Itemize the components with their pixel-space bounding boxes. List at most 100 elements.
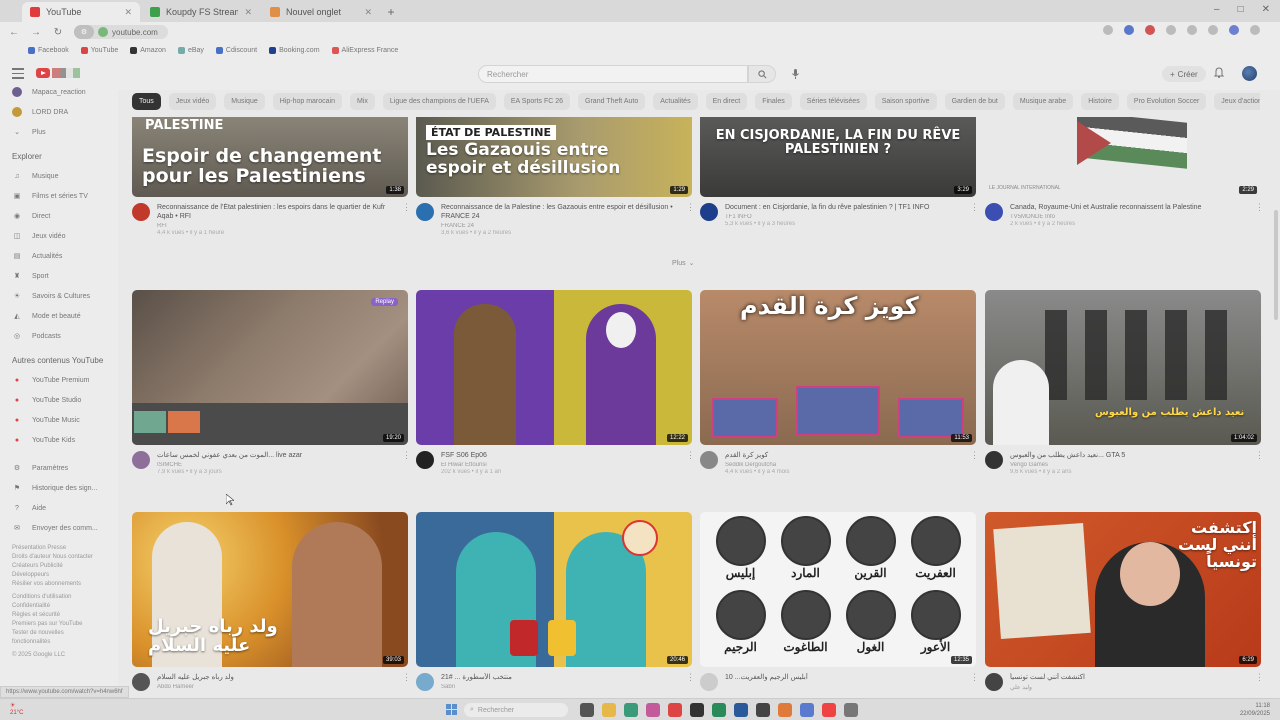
notifications-bell-icon[interactable] [1214,67,1224,78]
channel-avatar[interactable] [416,203,434,221]
extension-icon[interactable] [1145,25,1155,35]
more-options-icon[interactable]: ⋮ [686,451,695,475]
channel-name[interactable]: El Hiwar Ettounsi [441,462,679,468]
app-icon[interactable] [800,703,814,717]
footer-links[interactable]: Règles et sécurité [12,611,106,620]
chip[interactable]: EA Sports FC 26 [503,93,571,110]
footer-links[interactable]: Présentation Presse [12,544,106,553]
extension-icon[interactable] [1187,25,1197,35]
video-thumbnail[interactable]: ولد رباه جبريل عليه السلام 39:03 [132,512,408,667]
chip[interactable]: En direct [705,93,748,110]
channel-name[interactable]: Abdo Hameer [157,684,395,690]
extension-icon[interactable] [1103,25,1113,35]
more-options-icon[interactable]: ⋮ [402,451,411,475]
more-options-icon[interactable]: ⋮ [402,203,411,236]
chip[interactable]: Musique arabe [1012,93,1074,110]
chip[interactable]: Pro Evolution Soccer [1126,93,1207,110]
chip[interactable]: Grand Theft Auto [578,93,646,110]
app-icon[interactable] [778,703,792,717]
video-thumbnail[interactable]: كويز كرة القدم 11:53 [700,290,976,445]
sidebar-item-feedback[interactable]: ✉ Envoyer des comm... [0,518,118,538]
footer-links[interactable]: Premiers pas sur YouTube [12,620,106,629]
file-explorer-icon[interactable] [602,703,616,717]
menu-dots-icon[interactable] [1250,25,1260,35]
video-card[interactable]: 20:46 منتخب الأسطورة ... #21 Sabri ⋮ [416,512,695,691]
channel-avatar[interactable] [700,673,718,691]
back-arrow-icon[interactable]: ← [8,27,20,38]
chip[interactable]: Gardien de but [944,93,1005,110]
news-video-card[interactable]: EN CISJORDANIE, LA FIN DU RÊVE PALESTINI… [700,117,979,227]
create-button[interactable]: + Créer [1162,66,1206,82]
bookmark-amazon[interactable]: Amazon [130,46,166,54]
video-title[interactable]: أبليس الرجيم والعفريت... 10 [725,673,963,682]
reload-icon[interactable]: ↻ [52,27,64,38]
channel-name[interactable]: Seddik Dergoutcha [725,462,963,468]
tab-koupdy[interactable]: Koupdy FS Stream - Watch Li ✕ [142,2,260,22]
video-title[interactable]: اكتشفت أنني لست تونسياً [1010,673,1248,682]
video-thumbnail[interactable]: 12:22 [416,290,692,445]
app-icon[interactable] [734,703,748,717]
page-scrollbar[interactable] [1274,210,1278,320]
sidebar-item-kids[interactable]: ● YouTube Kids [0,430,118,450]
settings-gear-icon[interactable] [844,703,858,717]
close-window-button[interactable]: ✕ [1262,4,1270,15]
sidebar-item-fashion[interactable]: ◭ Mode et beauté [0,306,118,326]
chip[interactable]: Séries télévisées [799,93,867,110]
channel-avatar[interactable] [985,203,1003,221]
news-video-card[interactable]: PALESTINE Espoir de changement pour les … [132,117,411,236]
video-title[interactable]: ولد رباه جبريل عليه السلام [157,673,395,682]
tab-new[interactable]: Nouvel onglet ✕ [262,2,380,22]
footer-links[interactable]: Confidentialité [12,602,106,611]
channel-avatar[interactable] [985,451,1003,469]
start-button-icon[interactable] [446,704,457,715]
footer-links[interactable]: fonctionnalités [12,638,106,647]
url-field[interactable]: ⚙ youtube.com [74,25,168,39]
close-tab-icon[interactable]: ✕ [364,7,372,18]
forward-arrow-icon[interactable]: → [30,27,42,38]
bookmark-facebook[interactable]: Facebook [28,46,69,54]
url-text[interactable]: youtube.com [112,28,158,37]
system-clock[interactable]: 11:18 22/09/2025 [1240,702,1270,718]
close-tab-icon[interactable]: ✕ [124,7,132,18]
menu-hamburger-icon[interactable] [12,68,24,82]
channel-avatar[interactable] [132,673,150,691]
video-thumbnail[interactable]: PALESTINE Espoir de changement pour les … [132,117,408,197]
chip-all[interactable]: Tous [132,93,161,110]
footer-links[interactable]: Résilier vos abonnements [12,580,106,589]
video-title[interactable]: Document : en Cisjordanie, la fin du rêv… [725,203,963,212]
account-avatar[interactable] [1242,66,1257,81]
channel-avatar[interactable] [132,203,150,221]
video-title[interactable]: Reconnaissance de la Palestine : les Gaz… [441,203,679,221]
chip[interactable]: Histoire [1081,93,1119,110]
video-title[interactable]: منتخب الأسطورة ... #21 [441,673,679,682]
sidebar-item-gaming[interactable]: ◫ Jeux vidéo [0,226,118,246]
app-icon[interactable] [646,703,660,717]
channel-name[interactable]: وليد علي [1010,684,1248,691]
search-input[interactable]: Rechercher [478,65,748,83]
youtube-logo[interactable] [36,68,80,78]
chip[interactable]: Musique [224,93,265,110]
channel-avatar[interactable] [700,451,718,469]
chrome-icon[interactable] [668,703,682,717]
tab-youtube[interactable]: YouTube ✕ [22,2,140,22]
channel-avatar[interactable] [416,673,434,691]
video-card[interactable]: نعيد داعش يطلب من والعبوس 1:04:02 نعيد د… [985,290,1264,475]
video-card[interactable]: إبليس المارد القرين العفريت الرجيم الطاغ… [700,512,979,691]
chip[interactable]: Saison sportive [874,93,937,110]
sidebar-item-learning[interactable]: ☀ Savoirs & Cultures [0,286,118,306]
more-options-icon[interactable]: ⋮ [1255,203,1264,227]
bookmark-booking[interactable]: Booking.com [269,46,320,54]
sidebar-item-podcasts[interactable]: ◎ Podcasts [0,326,118,346]
channel-name[interactable]: TF1 INFO [725,214,963,220]
channel-name[interactable]: RFI [157,223,395,229]
chip[interactable]: Jeux d'action et d'aventure [1214,93,1260,110]
video-title[interactable]: الموت من بعدي عفوني لخمس ساعات... live a… [157,451,395,460]
more-options-icon[interactable]: ⋮ [970,203,979,227]
new-tab-button[interactable]: + [382,2,400,22]
channel-avatar[interactable] [700,203,718,221]
video-thumbnail[interactable]: نعيد داعش يطلب من والعبوس 1:04:02 [985,290,1261,445]
chip[interactable]: Mix [349,93,375,110]
sidebar-item-settings[interactable]: ⚙ Paramètres [0,458,118,478]
video-card[interactable]: 12:22 FSF S06 Ep06 El Hiwar Ettounsi 202… [416,290,695,475]
footer-links[interactable]: Tester de nouvelles [12,629,106,638]
